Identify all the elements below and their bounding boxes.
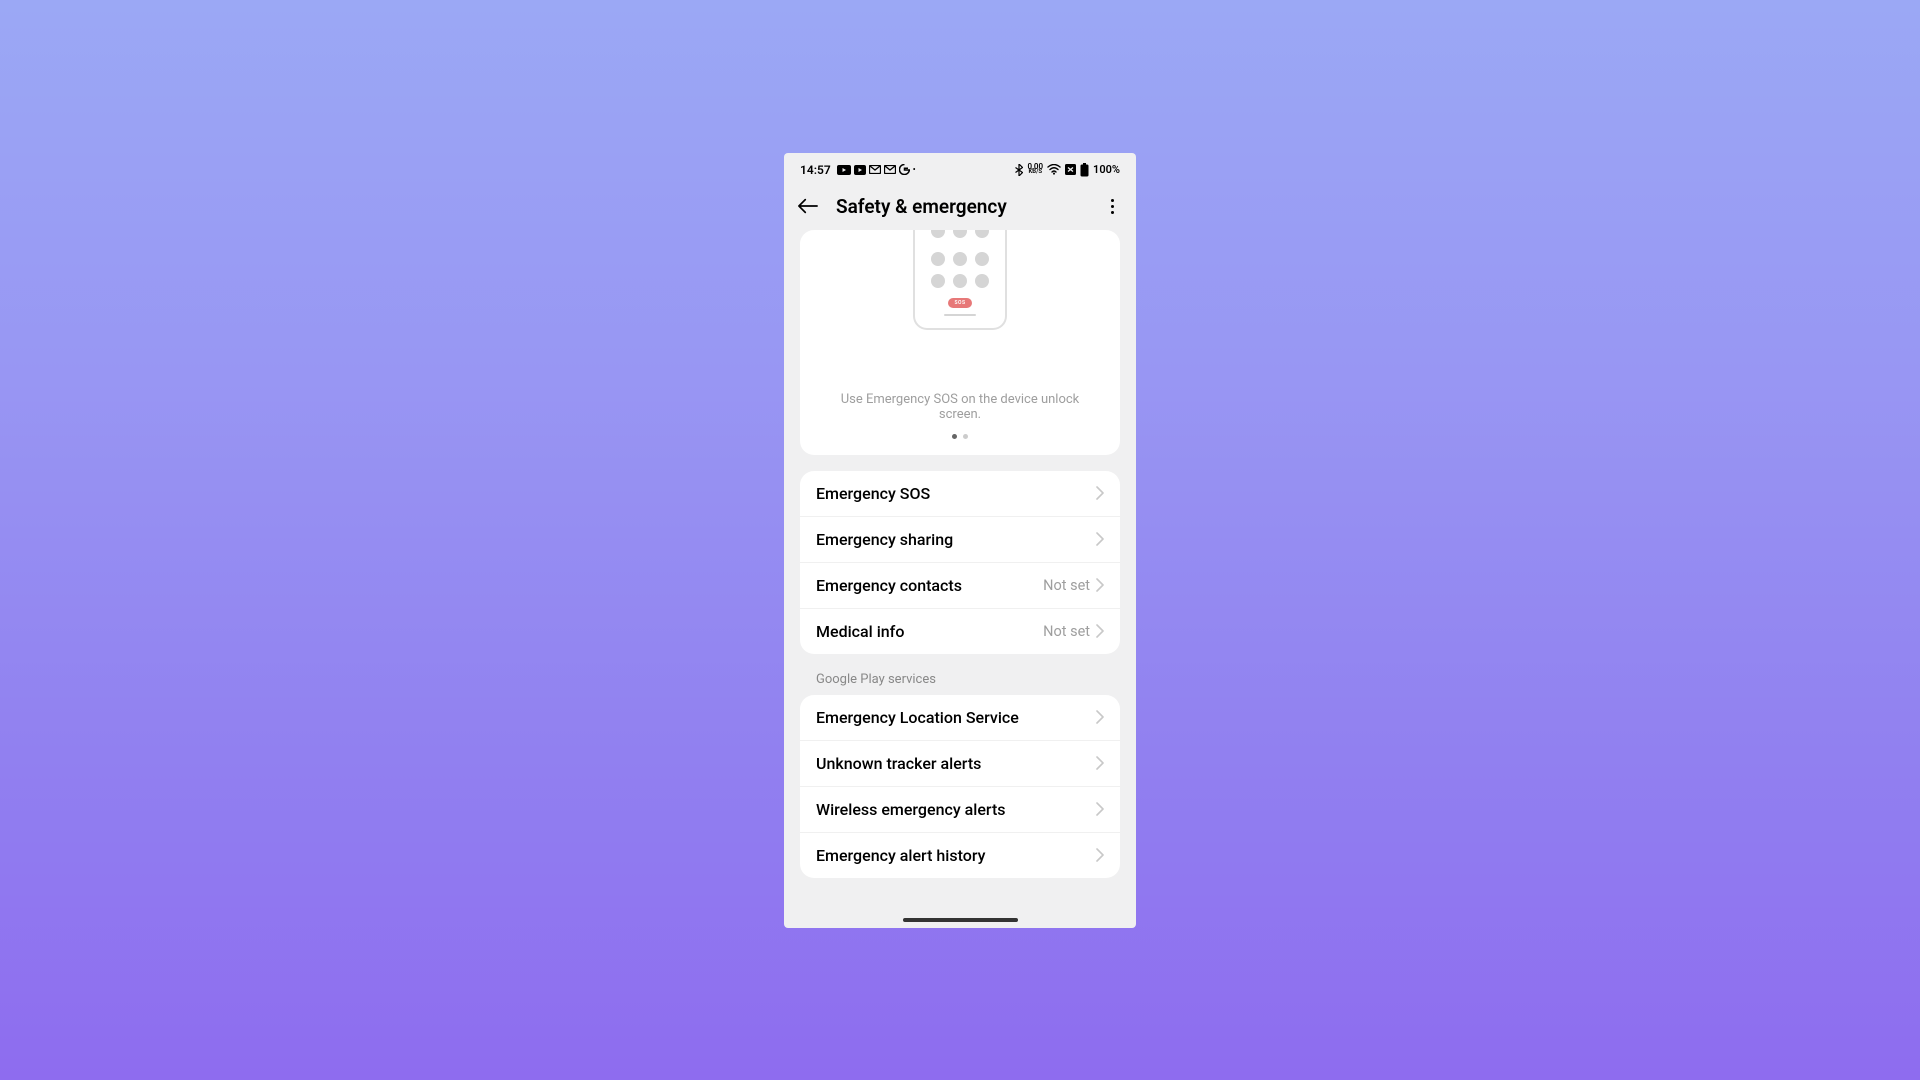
phone-screen: 14:57 • 0,00 KB/S 100% bbox=[784, 153, 1136, 928]
item-label: Medical info bbox=[816, 622, 904, 641]
item-unknown-tracker-alerts[interactable]: Unknown tracker alerts bbox=[800, 741, 1120, 787]
item-emergency-sharing[interactable]: Emergency sharing bbox=[800, 517, 1120, 563]
back-button[interactable] bbox=[798, 196, 818, 216]
home-line-illustration bbox=[944, 314, 976, 316]
back-arrow-icon bbox=[798, 198, 818, 214]
chevron-right-icon bbox=[1096, 848, 1104, 862]
app-bar: Safety & emergency bbox=[784, 181, 1136, 230]
chevron-right-icon bbox=[1096, 624, 1104, 638]
item-value: Not set bbox=[1043, 623, 1090, 640]
battery-percent: 100% bbox=[1093, 163, 1120, 176]
page-indicator bbox=[952, 434, 968, 439]
wifi-icon bbox=[1047, 164, 1061, 175]
chevron-right-icon bbox=[1096, 710, 1104, 724]
bullet-icon: • bbox=[913, 165, 916, 174]
data-rate: 0,00 KB/S bbox=[1027, 164, 1043, 175]
page-dot-active bbox=[952, 434, 957, 439]
chevron-right-icon bbox=[1096, 532, 1104, 546]
more-dot-icon bbox=[1111, 199, 1114, 202]
gmail-icon bbox=[869, 165, 881, 174]
item-wireless-emergency-alerts[interactable]: Wireless emergency alerts bbox=[800, 787, 1120, 833]
chevron-right-icon bbox=[1096, 802, 1104, 816]
chevron-right-icon bbox=[1096, 486, 1104, 500]
phone-illustration: SOS bbox=[913, 230, 1007, 330]
more-dot-icon bbox=[1111, 211, 1114, 214]
item-emergency-sos[interactable]: Emergency SOS bbox=[800, 471, 1120, 517]
keypad-illustration bbox=[931, 230, 989, 288]
box-icon bbox=[1065, 164, 1076, 175]
item-medical-info[interactable]: Medical info Not set bbox=[800, 609, 1120, 654]
item-value: Not set bbox=[1043, 577, 1090, 594]
item-label: Emergency Location Service bbox=[816, 708, 1019, 727]
item-emergency-contacts[interactable]: Emergency contacts Not set bbox=[800, 563, 1120, 609]
more-menu-button[interactable] bbox=[1102, 196, 1122, 216]
item-label: Wireless emergency alerts bbox=[816, 800, 1006, 819]
content-scroll[interactable]: SOS Use Emergency SOS on the device unlo… bbox=[784, 230, 1136, 913]
youtube-icon bbox=[837, 165, 851, 175]
status-left: 14:57 • bbox=[800, 163, 916, 177]
item-label: Emergency contacts bbox=[816, 576, 962, 595]
item-label: Emergency SOS bbox=[816, 484, 930, 503]
status-time: 14:57 bbox=[800, 163, 831, 177]
more-dot-icon bbox=[1111, 205, 1114, 208]
page-dot-inactive bbox=[963, 434, 968, 439]
section-header-google-play: Google Play services bbox=[800, 654, 1120, 695]
battery-icon bbox=[1080, 163, 1089, 177]
item-emergency-alert-history[interactable]: Emergency alert history bbox=[800, 833, 1120, 878]
status-right: 0,00 KB/S 100% bbox=[1015, 163, 1120, 177]
play-icon bbox=[854, 165, 866, 175]
settings-group-1: Emergency SOS Emergency sharing Emergenc… bbox=[800, 471, 1120, 654]
item-label: Emergency sharing bbox=[816, 530, 953, 549]
page-title: Safety & emergency bbox=[836, 195, 1084, 218]
bluetooth-icon bbox=[1015, 164, 1023, 176]
chevron-right-icon bbox=[1096, 578, 1104, 592]
sos-badge: SOS bbox=[948, 298, 971, 308]
settings-group-2: Emergency Location Service Unknown track… bbox=[800, 695, 1120, 878]
item-emergency-location-service[interactable]: Emergency Location Service bbox=[800, 695, 1120, 741]
gmail-icon-2 bbox=[884, 165, 896, 174]
google-icon bbox=[899, 164, 910, 175]
item-label: Unknown tracker alerts bbox=[816, 754, 981, 773]
hero-card[interactable]: SOS Use Emergency SOS on the device unlo… bbox=[800, 230, 1120, 455]
status-notification-icons: • bbox=[837, 164, 916, 175]
item-label: Emergency alert history bbox=[816, 846, 985, 865]
hero-caption: Use Emergency SOS on the device unlock s… bbox=[820, 392, 1100, 422]
chevron-right-icon bbox=[1096, 756, 1104, 770]
status-bar: 14:57 • 0,00 KB/S 100% bbox=[784, 153, 1136, 181]
home-indicator[interactable] bbox=[903, 918, 1018, 922]
